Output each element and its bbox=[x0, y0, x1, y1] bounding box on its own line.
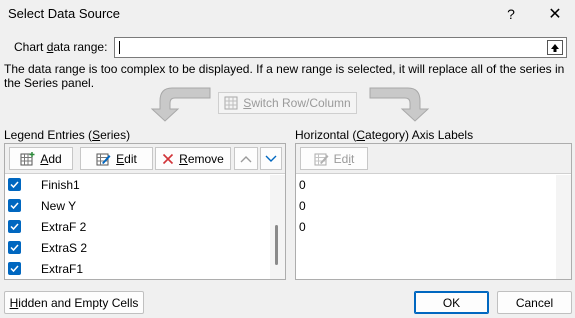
legend-entries-title: Legend Entries (Series) bbox=[4, 128, 131, 142]
chevron-down-icon bbox=[265, 155, 277, 162]
check-icon bbox=[10, 265, 19, 273]
edit-table-icon bbox=[314, 153, 329, 165]
series-name: Finish1 bbox=[41, 178, 80, 192]
axis-labels-title: Horizontal (Category) Axis Labels bbox=[295, 128, 474, 142]
axis-labels-panel: Edit 0 0 0 bbox=[295, 143, 572, 280]
series-row[interactable]: ExtraS 2 bbox=[5, 238, 270, 259]
add-series-button[interactable]: Add bbox=[9, 147, 73, 170]
switch-row-column-button[interactable]: Switch Row/Column bbox=[218, 92, 357, 114]
check-icon bbox=[10, 244, 19, 252]
series-row[interactable]: New Y bbox=[5, 196, 270, 217]
remove-x-icon bbox=[163, 153, 174, 164]
edit-series-button[interactable]: Edit bbox=[80, 147, 153, 170]
ok-button[interactable]: OK bbox=[414, 291, 489, 314]
remove-series-button[interactable]: Remove bbox=[155, 147, 231, 170]
edit-axis-label: Edit bbox=[333, 151, 355, 166]
hidden-empty-cells-button[interactable]: Hidden and Empty Cells bbox=[4, 291, 144, 314]
series-list: Finish1 New Y ExtraF 2 ExtraS 2 ExtraF1 bbox=[5, 175, 270, 279]
add-table-icon bbox=[20, 151, 35, 165]
cancel-button[interactable]: Cancel bbox=[497, 291, 572, 314]
series-checkbox[interactable] bbox=[8, 220, 21, 233]
category-scrollbar[interactable] bbox=[556, 175, 571, 279]
check-icon bbox=[10, 223, 19, 231]
series-row[interactable]: Finish1 bbox=[5, 175, 270, 196]
move-up-button[interactable] bbox=[234, 147, 258, 170]
series-name: ExtraS 2 bbox=[41, 241, 88, 255]
series-row[interactable]: ExtraF1 bbox=[5, 259, 270, 279]
legend-entries-panel: Add Edit Remove Finish1 New Y ExtraF 2 E… bbox=[4, 143, 286, 280]
series-row[interactable]: ExtraF 2 bbox=[5, 217, 270, 238]
check-icon bbox=[10, 181, 19, 189]
switch-grid-icon bbox=[224, 96, 238, 110]
series-checkbox[interactable] bbox=[8, 262, 21, 275]
dialog-title: Select Data Source bbox=[8, 6, 121, 21]
close-button[interactable]: ✕ bbox=[540, 2, 570, 26]
axis-toolbar: Edit bbox=[296, 144, 571, 174]
category-label[interactable]: 0 bbox=[299, 199, 306, 213]
remove-label: Remove bbox=[179, 151, 224, 166]
chevron-up-icon bbox=[240, 155, 252, 162]
range-message: The data range is too complex to be disp… bbox=[4, 62, 565, 90]
category-label[interactable]: 0 bbox=[299, 220, 306, 234]
curved-arrow-right-icon bbox=[369, 87, 430, 122]
edit-table-icon bbox=[96, 153, 111, 165]
switch-row-column-label: Switch Row/Column bbox=[243, 96, 351, 110]
series-checkbox[interactable] bbox=[8, 241, 21, 254]
chart-data-range-label: Chart data range: bbox=[14, 40, 108, 54]
scrollbar-thumb[interactable] bbox=[275, 225, 278, 265]
series-scrollbar[interactable] bbox=[270, 175, 285, 279]
legend-toolbar: Add Edit Remove bbox=[5, 144, 285, 174]
collapse-dialog-button[interactable] bbox=[547, 40, 563, 55]
category-list: 0 0 0 bbox=[296, 175, 556, 279]
category-label[interactable]: 0 bbox=[299, 178, 306, 192]
series-name: ExtraF1 bbox=[41, 262, 84, 276]
add-label: Add bbox=[40, 151, 62, 166]
chart-data-range-input[interactable] bbox=[114, 37, 567, 58]
text-caret bbox=[119, 41, 120, 54]
curved-arrow-left-icon bbox=[150, 87, 211, 122]
check-icon bbox=[10, 202, 19, 210]
series-name: New Y bbox=[41, 199, 77, 213]
up-arrow-icon bbox=[551, 43, 559, 52]
series-checkbox[interactable] bbox=[8, 178, 21, 191]
help-button[interactable]: ? bbox=[496, 2, 526, 26]
edit-label: Edit bbox=[116, 151, 137, 166]
edit-axis-labels-button[interactable]: Edit bbox=[300, 147, 368, 170]
series-name: ExtraF 2 bbox=[41, 220, 87, 234]
series-checkbox[interactable] bbox=[8, 199, 21, 212]
move-down-button[interactable] bbox=[260, 147, 282, 170]
